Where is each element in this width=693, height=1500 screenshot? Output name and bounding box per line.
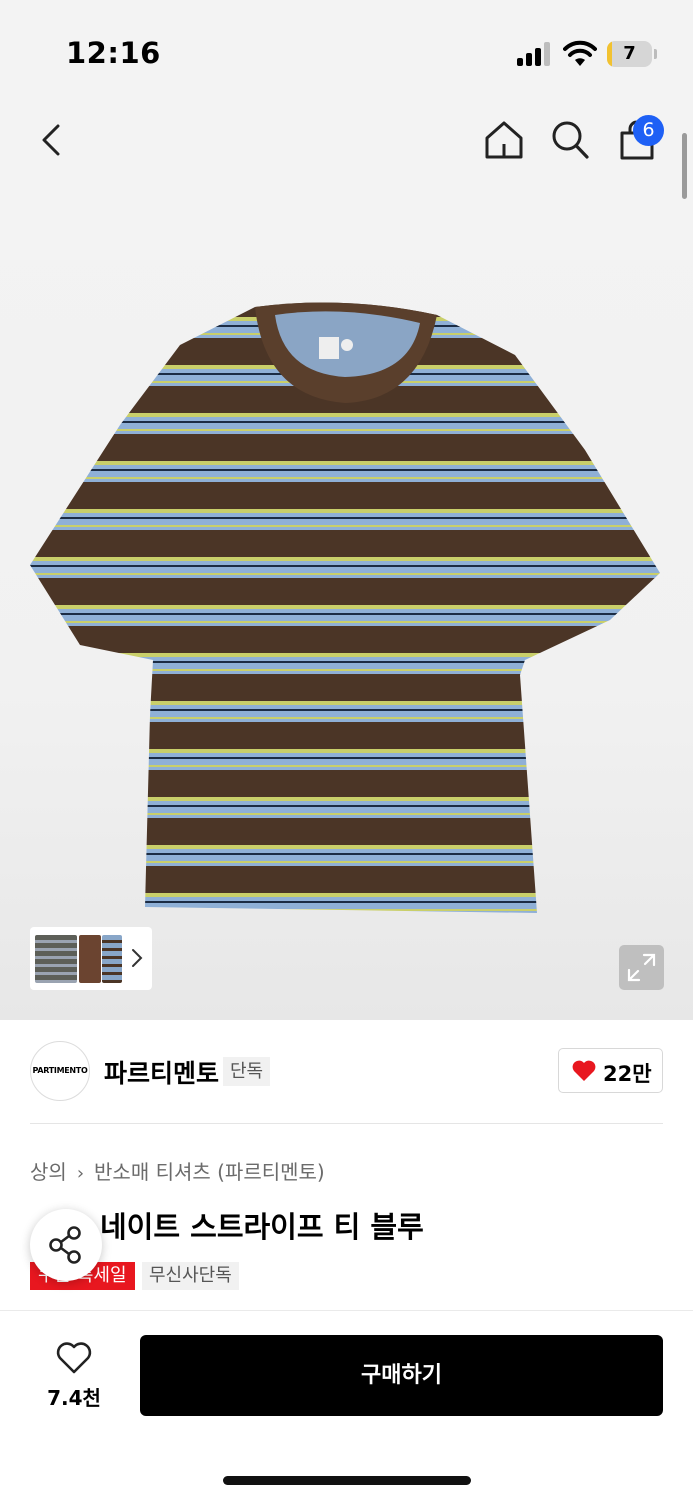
wifi-icon: [563, 40, 597, 66]
battery-level: 7: [623, 43, 636, 64]
brand-logo[interactable]: PARTIMENTO: [30, 1041, 90, 1101]
product-image: [30, 302, 660, 913]
home-indicator[interactable]: [223, 1476, 471, 1485]
variant-thumbnail[interactable]: [102, 935, 122, 983]
color-variant-thumbnails[interactable]: [30, 927, 152, 990]
brand-name[interactable]: 파르티멘토: [104, 1054, 219, 1090]
exclusive-badge: 무신사단독: [142, 1262, 239, 1290]
breadcrumb-category[interactable]: 상의: [30, 1160, 67, 1184]
chevron-right-icon: ›: [76, 1163, 85, 1184]
buy-button[interactable]: 구매하기: [140, 1335, 663, 1416]
back-icon[interactable]: [30, 118, 74, 162]
cellular-signal-icon: [517, 42, 553, 66]
cart-count-badge: 6: [633, 115, 664, 146]
wishlist-count: 7.4천: [47, 1386, 101, 1410]
breadcrumb: 상의 › 반소매 티셔츠 (파르티멘토): [30, 1156, 325, 1185]
divider: [30, 1123, 663, 1124]
scrollbar[interactable]: [682, 133, 687, 199]
top-nav-bar: [0, 100, 693, 200]
product-image-area[interactable]: [0, 200, 693, 1020]
chevron-right-icon[interactable]: [130, 947, 144, 969]
battery-icon: 7: [607, 41, 657, 67]
status-time: 12:16: [66, 36, 161, 70]
home-icon[interactable]: [482, 118, 526, 162]
expand-icon[interactable]: [619, 945, 664, 990]
bottom-action-bar: 7.4천 구매하기: [0, 1310, 693, 1500]
brand-exclusive-badge: 단독: [223, 1057, 271, 1086]
heart-icon: [572, 1060, 596, 1081]
search-icon[interactable]: [548, 118, 592, 162]
heart-icon: [56, 1342, 92, 1374]
variant-thumbnail[interactable]: [79, 935, 101, 983]
breadcrumb-subcategory[interactable]: 반소매 티셔츠 (파르티멘토): [94, 1160, 325, 1184]
wishlist-button[interactable]: 7.4천: [40, 1338, 108, 1418]
brand-like-button[interactable]: 22만: [558, 1048, 663, 1093]
variant-thumbnail[interactable]: [35, 935, 77, 983]
status-bar: 12:16 7: [0, 0, 693, 100]
brand-like-count: 22만: [603, 1062, 652, 1086]
share-icon[interactable]: [30, 1209, 102, 1281]
